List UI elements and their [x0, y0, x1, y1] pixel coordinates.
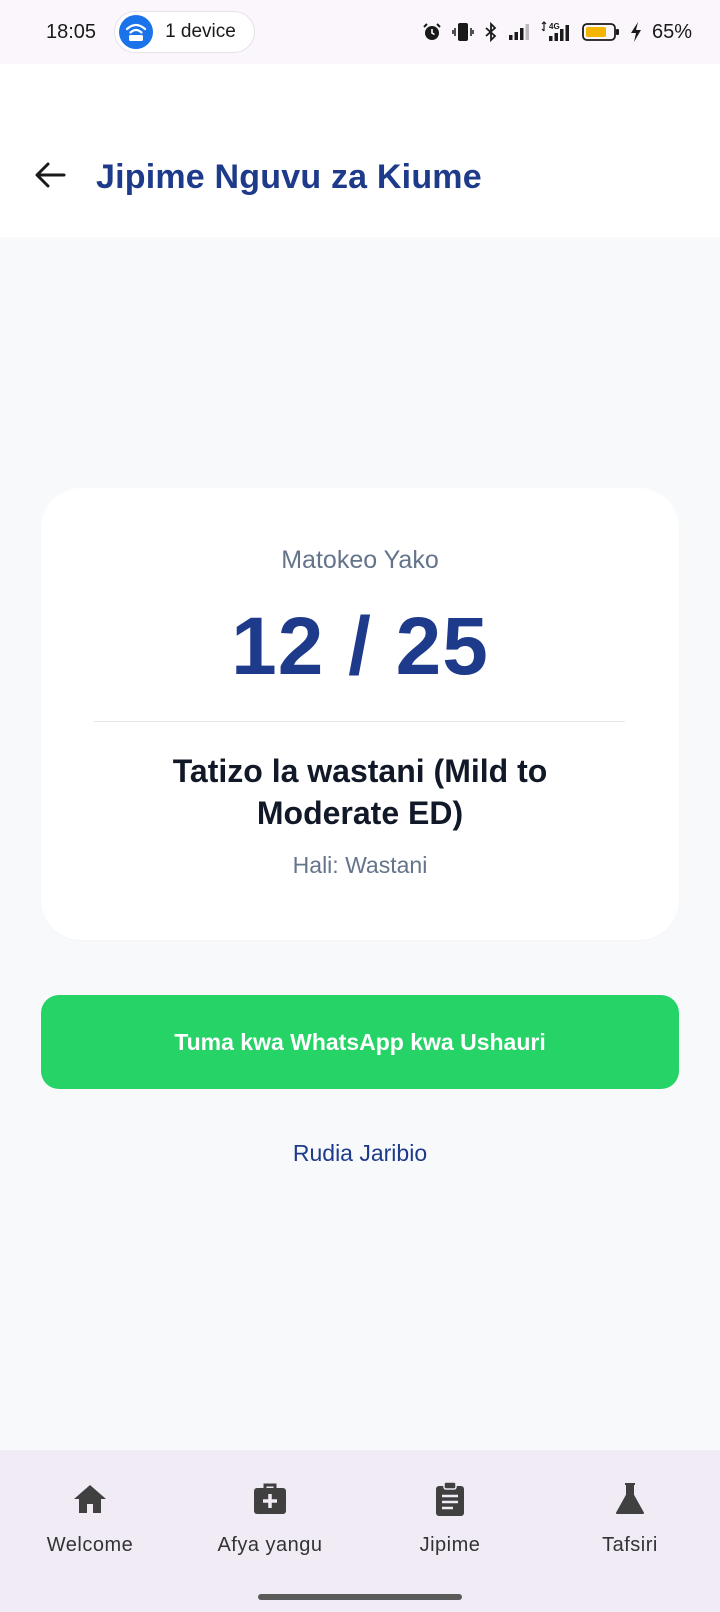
home-indicator[interactable]: [258, 1594, 462, 1600]
medical-bag-icon: [252, 1480, 288, 1518]
nav-item-jipime[interactable]: Jipime: [360, 1450, 540, 1612]
status-bar: 18:05 1 device 4G 65%: [0, 0, 720, 64]
result-label: Matokeo Yako: [281, 546, 439, 574]
status-time: 18:05: [46, 20, 97, 43]
page-title: Jipime Nguvu za Kiume: [96, 158, 482, 196]
status-icons: 4G 65%: [422, 21, 692, 44]
hotspot-label: 1 device: [165, 21, 236, 42]
nav-label: Afya yangu: [217, 1534, 323, 1556]
home-icon: [72, 1480, 108, 1518]
clipboard-icon: [434, 1480, 466, 1518]
nav-label: Welcome: [46, 1534, 134, 1556]
nav-item-welcome[interactable]: Welcome: [0, 1450, 180, 1612]
card-divider: [94, 721, 625, 722]
back-button[interactable]: [30, 158, 70, 198]
bluetooth-icon: [484, 22, 498, 42]
arrow-back-icon: [34, 161, 66, 194]
nav-label: Tafsiri: [602, 1534, 658, 1556]
nav-label: Jipime: [419, 1534, 481, 1556]
whatsapp-button[interactable]: Tuma kwa WhatsApp kwa Ushauri: [41, 995, 679, 1089]
signal-icon: [508, 23, 530, 41]
battery-percent: 65%: [651, 20, 692, 43]
hotspot-icon: [119, 15, 154, 49]
nav-item-tafsiri[interactable]: Tafsiri: [540, 1450, 720, 1612]
flask-icon: [614, 1480, 646, 1518]
signal-4g-icon: 4G: [540, 21, 572, 43]
retry-button[interactable]: Rudia Jaribio: [0, 1140, 720, 1167]
hotspot-pill[interactable]: 1 device: [114, 11, 255, 53]
bottom-nav: Welcome Afya yangu Jipime Tafsiri: [0, 1450, 720, 1612]
score-value: 12 / 25: [231, 601, 489, 692]
svg-text:4G: 4G: [549, 22, 560, 31]
charging-icon: [630, 22, 642, 42]
alarm-icon: [422, 22, 442, 42]
result-card: Matokeo Yako 12 / 25 Tatizo la wastani (…: [41, 488, 679, 940]
diagnosis-text: Tatizo la wastani (Mild to Moderate ED): [172, 753, 548, 831]
vibrate-icon: [452, 21, 474, 43]
battery-icon: [582, 22, 620, 42]
severity-status: Hali: Wastani: [292, 852, 428, 878]
nav-item-afya-yangu[interactable]: Afya yangu: [180, 1450, 360, 1612]
app-bar: Jipime Nguvu za Kiume: [0, 64, 720, 237]
